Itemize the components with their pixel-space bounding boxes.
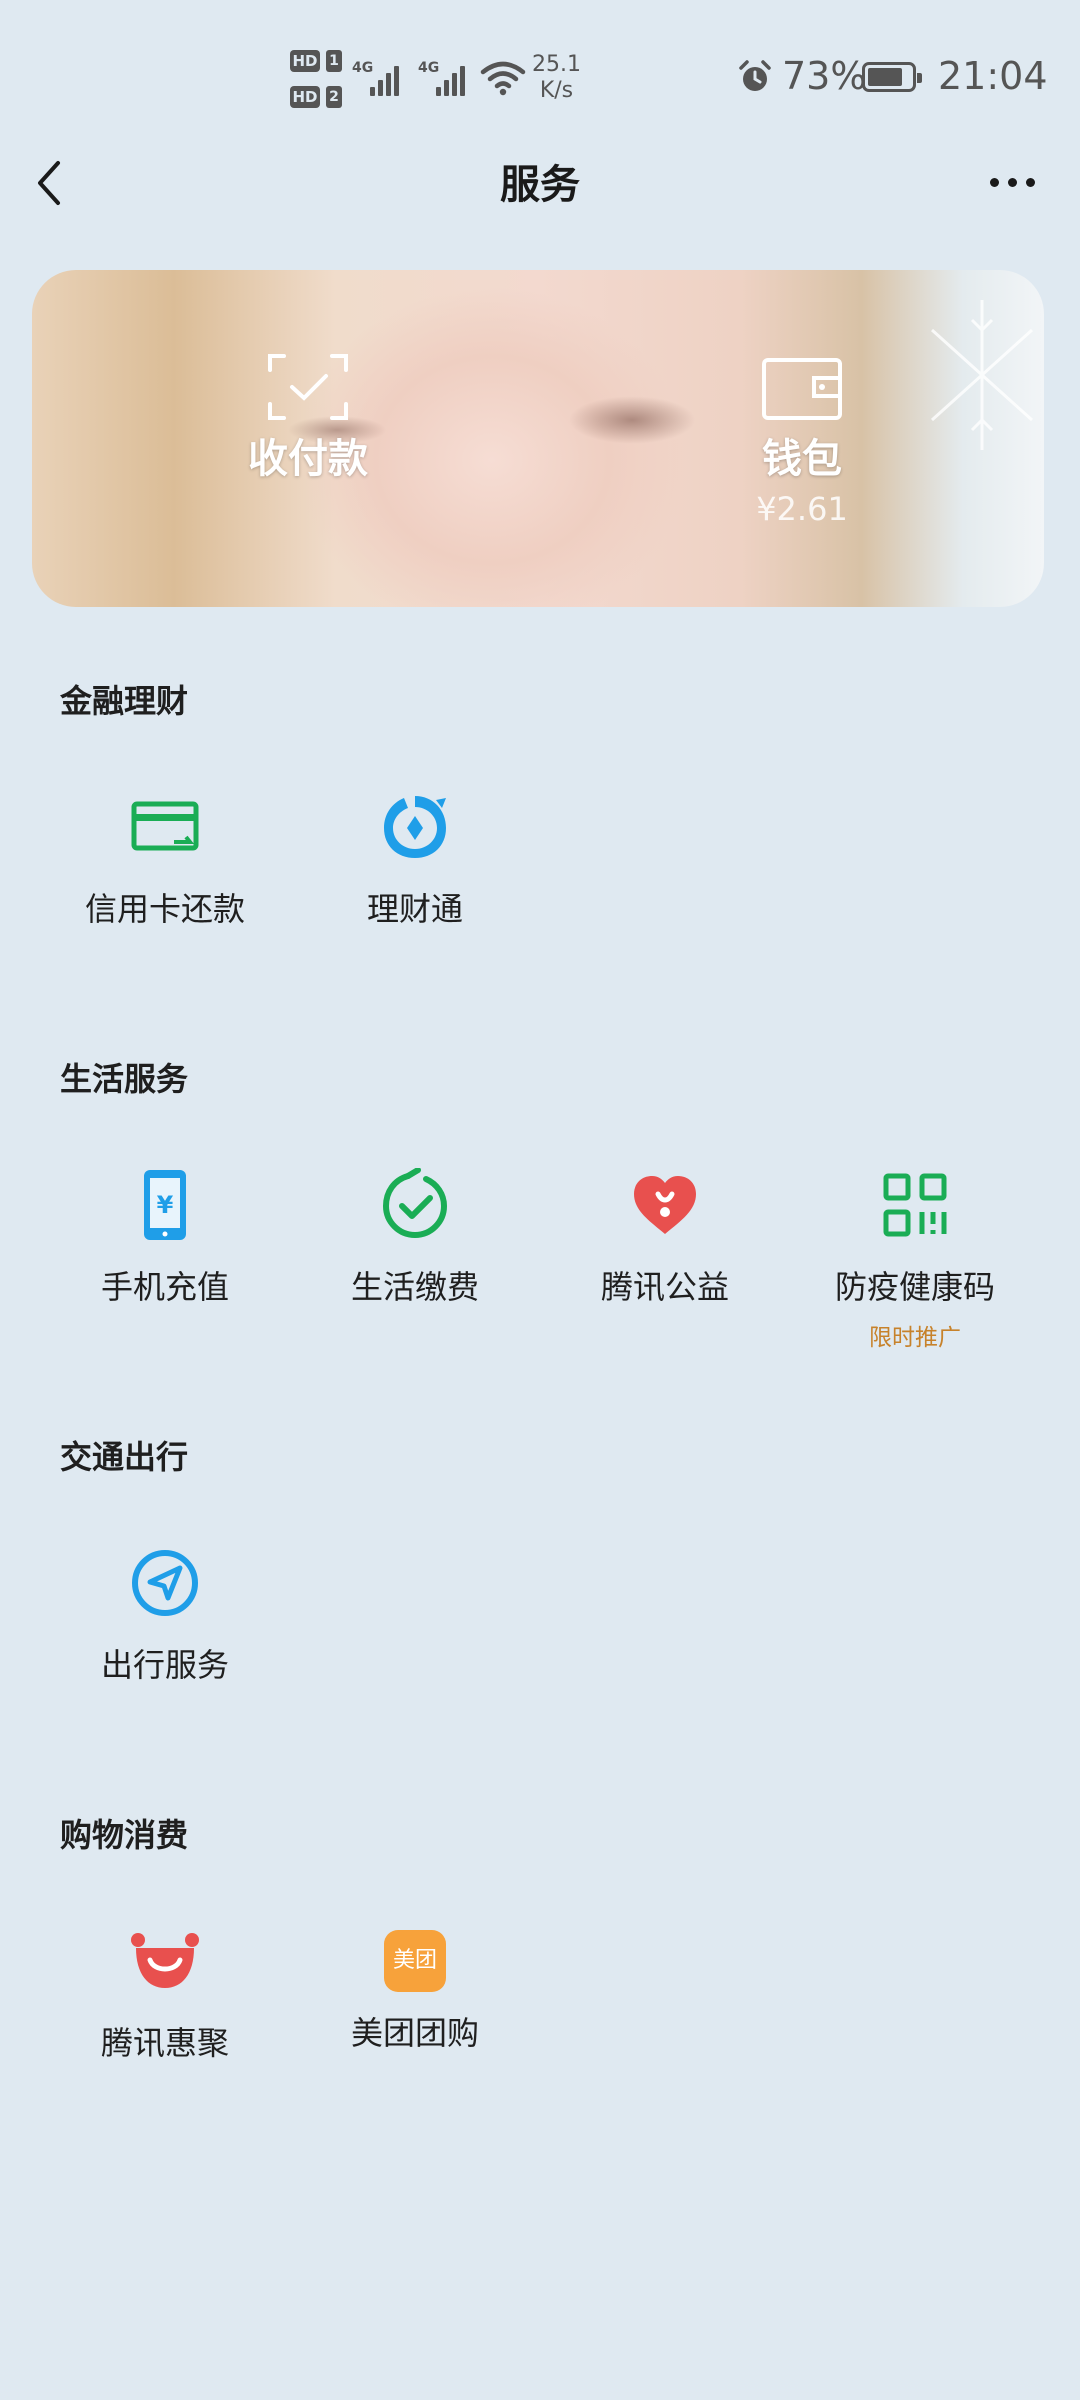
service-licaitong[interactable]: 理财通 [290,790,540,930]
section-title-life: 生活服务 [60,1060,189,1098]
battery-icon [862,62,922,92]
alarm-icon [739,60,771,91]
phone-recharge-icon: ¥ [144,1170,186,1240]
charity-heart-icon [634,1176,696,1234]
service-tencent-charity[interactable]: 腾讯公益 [540,1168,790,1308]
wealth-drop-icon [384,796,446,858]
service-label: 信用卡还款 [84,890,245,928]
service-bill-payment[interactable]: 生活缴费 [290,1167,540,1308]
section-title-transport: 交通出行 [60,1438,189,1476]
svg-text:¥: ¥ [157,1191,174,1219]
service-phone-recharge[interactable]: ¥ 手机充值 [40,1168,290,1308]
section-title-shopping: 购物消费 [60,1816,189,1854]
network-speed: 25.1 K/s [532,52,581,104]
wallet-label: 钱包 [762,436,842,482]
network-speed-value: 25.1 [532,52,581,77]
page-title: 服务 [500,162,580,208]
service-credit-card-repay[interactable]: 信用卡还款 [40,790,290,930]
signal-1-icon [368,60,406,96]
service-travel[interactable]: 出行服务 [40,1546,290,1686]
navigation-icon [132,1550,198,1616]
network-speed-unit: K/s [539,78,574,103]
signal-2-icon [434,60,472,96]
meituan-icon-text: 美团 [392,1948,437,1973]
credit-card-icon [131,801,199,851]
service-label: 腾讯公益 [600,1268,729,1306]
wallet-button[interactable]: 钱包 ¥2.61 [702,356,902,528]
smile-bag-icon [131,1933,199,1988]
snowflake-decoration [930,300,1034,450]
service-label: 防疫健康码 [834,1268,995,1306]
clock: 21:04 [938,54,1048,98]
wifi-icon [480,61,526,96]
service-label: 手机充值 [100,1268,229,1306]
service-tencent-huiju[interactable]: 腾讯惠聚 [40,1924,290,2064]
more-options-button[interactable] [988,168,1038,198]
battery-percent: 73% [782,54,867,98]
wallet-balance: ¥2.61 [756,490,848,528]
pay-receive-label: 收付款 [248,436,368,482]
qr-code-icon [883,1173,947,1237]
status-bar: HD 1 HD 2 4G 4G 25.1 K/s 73% 21:04 [0,0,1080,160]
service-label: 腾讯惠聚 [100,2024,229,2062]
bill-check-icon [382,1167,448,1239]
service-meituan[interactable]: 美团 美团团购 [290,1924,540,2054]
payment-banner: 收付款 钱包 ¥2.61 [32,270,1044,607]
sim-1-badge: 1 [326,50,342,72]
wallet-icon [762,358,842,420]
section-title-finance: 金融理财 [60,682,189,720]
service-label: 理财通 [366,890,463,928]
service-label: 美团团购 [350,2014,479,2052]
promo-tag: 限时推广 [869,1325,961,1351]
sim-2-badge: 2 [326,86,342,108]
service-health-code[interactable]: 防疫健康码 限时推广 [790,1168,1040,1352]
hd-badge-1: HD [290,50,320,72]
pay-receive-button[interactable]: 收付款 [218,352,398,484]
scan-check-icon [268,354,348,420]
service-label: 生活缴费 [350,1268,479,1306]
meituan-icon: 美团 [384,1930,446,1992]
service-label: 出行服务 [100,1646,229,1684]
hd-badge-2: HD [290,86,320,108]
